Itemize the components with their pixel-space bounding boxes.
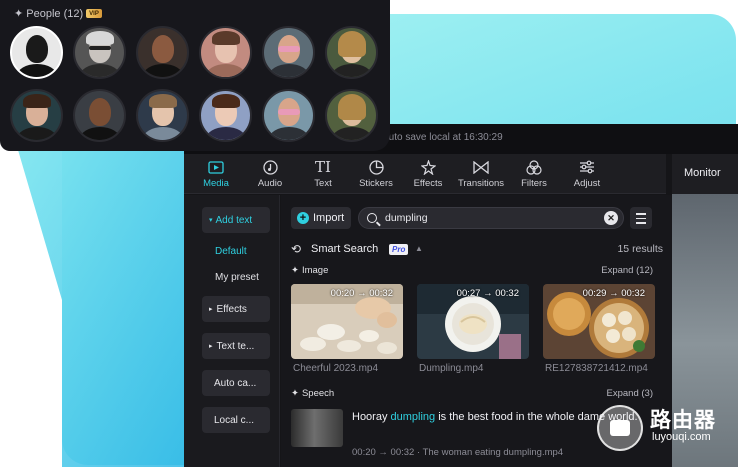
speech-highlight: dumpling	[390, 411, 436, 423]
tab-media-label: Media	[203, 178, 229, 189]
avatar[interactable]	[136, 89, 189, 142]
sidebar-local-captions-label: Local c...	[214, 414, 255, 426]
media-thumbnail[interactable]: 00:29 → 00:32	[543, 284, 655, 359]
caret-down-icon: ▾	[209, 217, 213, 224]
plus-icon: +	[297, 212, 309, 224]
tab-text[interactable]: TI Text	[295, 158, 351, 192]
sidebar-add-text[interactable]: ▾ Add text	[202, 207, 270, 233]
audio-icon	[260, 158, 280, 176]
results-count: 15 results	[617, 243, 663, 255]
watermark-text: 路由器	[650, 409, 716, 432]
tab-text-label: Text	[314, 178, 332, 189]
tab-transitions[interactable]: Transitions	[453, 158, 509, 192]
sidebar-text-templates[interactable]: ▸ Text te...	[202, 333, 270, 359]
clip-time-range: 00:20 → 00:32	[330, 288, 393, 299]
tab-filters-label: Filters	[521, 178, 547, 189]
clip-caption: RE127838721412.mp4	[545, 363, 648, 374]
people-title-text: People (12)	[26, 8, 84, 20]
refresh-icon[interactable]: ⟲	[291, 242, 301, 256]
import-button[interactable]: + Import	[291, 207, 351, 229]
tab-stickers-label: Stickers	[359, 178, 393, 189]
image-expand-link[interactable]: Expand (12)	[601, 265, 653, 276]
main-toolbar: Media Audio TI Text Stickers Effects Tra…	[184, 154, 666, 194]
stage: Auto save local at 16:30:29 Media Audio …	[0, 0, 738, 467]
avatar[interactable]	[262, 26, 315, 79]
avatar[interactable]	[199, 89, 252, 142]
sidebar-auto-captions[interactable]: Auto ca...	[202, 370, 270, 396]
tab-transitions-label: Transitions	[457, 178, 505, 189]
sparkle-icon: ✦	[14, 8, 24, 20]
speech-expand-link[interactable]: Expand (3)	[607, 388, 653, 399]
effects-icon	[418, 158, 438, 176]
avatar[interactable]	[73, 26, 126, 79]
sidebar-auto-captions-label: Auto ca...	[214, 377, 257, 389]
image-section-title: Image	[301, 265, 329, 276]
tab-effects-label: Effects	[413, 178, 443, 189]
import-button-label: Import	[313, 212, 345, 224]
search-input[interactable]	[385, 212, 585, 224]
speech-text-before: Hooray	[352, 411, 391, 423]
pro-badge: Pro	[389, 244, 409, 255]
sidebar-default[interactable]: Default	[215, 246, 247, 257]
menu-button[interactable]	[630, 207, 652, 229]
sparkle-icon: ✦	[291, 388, 299, 399]
tab-effects[interactable]: Effects	[400, 158, 456, 192]
avatar[interactable]	[73, 89, 126, 142]
watermark-url: luyouqi.com	[652, 431, 711, 443]
clear-search-icon[interactable]: ✕	[604, 211, 618, 225]
autosave-status: Auto save local at 16:30:29	[382, 132, 503, 143]
avatar[interactable]	[199, 26, 252, 79]
media-thumbnail[interactable]: 00:27 → 00:32	[417, 284, 529, 359]
tab-audio[interactable]: Audio	[242, 158, 298, 192]
avatar[interactable]	[325, 26, 378, 79]
tab-stickers[interactable]: Stickers	[348, 158, 404, 192]
speech-section-header: ✦ Speech Expand (3)	[291, 388, 653, 402]
smart-search-label[interactable]: Smart Search	[311, 243, 378, 255]
avatar[interactable]	[262, 89, 315, 142]
caret-up-icon[interactable]: ▲	[415, 244, 423, 253]
avatar[interactable]	[10, 26, 63, 79]
caret-right-icon: ▸	[209, 343, 213, 350]
sidebar-effects-label: Effects	[216, 303, 247, 315]
image-section-header: ✦ Image Expand (12)	[291, 265, 653, 279]
filters-icon	[524, 158, 544, 176]
stickers-icon	[366, 158, 386, 176]
avatar[interactable]	[136, 26, 189, 79]
vip-badge: VIP	[86, 9, 102, 18]
avatar[interactable]	[10, 89, 63, 142]
search-icon	[367, 213, 377, 223]
tab-media[interactable]: Media	[188, 158, 244, 192]
monitor-title: Monitor	[684, 167, 721, 179]
speech-section-title: Speech	[301, 388, 335, 399]
clip-caption: Dumpling.mp4	[419, 363, 484, 374]
clip-caption: Cheerful 2023.mp4	[293, 363, 379, 374]
sidebar-my-preset[interactable]: My preset	[215, 272, 259, 283]
tab-filters[interactable]: Filters	[506, 158, 562, 192]
media-icon	[206, 158, 226, 176]
speech-thumbnail[interactable]	[291, 409, 343, 447]
search-bar: ✕	[358, 207, 624, 229]
sidebar-text-templates-label: Text te...	[216, 340, 255, 352]
tab-adjust-label: Adjust	[573, 178, 601, 189]
sidebar-add-text-label: Add text	[215, 214, 253, 226]
smart-search-row: ⟲ Smart Search Pro ▲ 15 results	[291, 242, 663, 258]
clip-time-range: 00:29 → 00:32	[582, 288, 645, 299]
caret-right-icon: ▸	[209, 306, 213, 313]
people-title: ✦ People (12)	[14, 7, 83, 20]
sidebar-effects[interactable]: ▸ Effects	[202, 296, 270, 322]
adjust-icon	[577, 158, 597, 176]
people-panel: ✦ People (12) VIP	[0, 0, 390, 151]
tab-audio-label: Audio	[257, 178, 283, 189]
router-logo-icon	[597, 405, 643, 451]
media-thumbnail[interactable]: 00:20 → 00:32	[291, 284, 403, 359]
tab-adjust[interactable]: Adjust	[559, 158, 615, 192]
avatar[interactable]	[325, 89, 378, 142]
sidebar-local-captions[interactable]: Local c...	[202, 407, 270, 433]
text-icon: TI	[315, 158, 331, 176]
media-sidebar: ▾ Add text Default My preset ▸ Effects ▸…	[184, 195, 280, 467]
transitions-icon	[471, 158, 491, 176]
speech-meta: 00:20 → 00:32 · The woman eating dumplin…	[352, 447, 564, 458]
sparkle-icon: ✦	[291, 265, 299, 276]
clip-time-range: 00:27 → 00:32	[456, 288, 519, 299]
